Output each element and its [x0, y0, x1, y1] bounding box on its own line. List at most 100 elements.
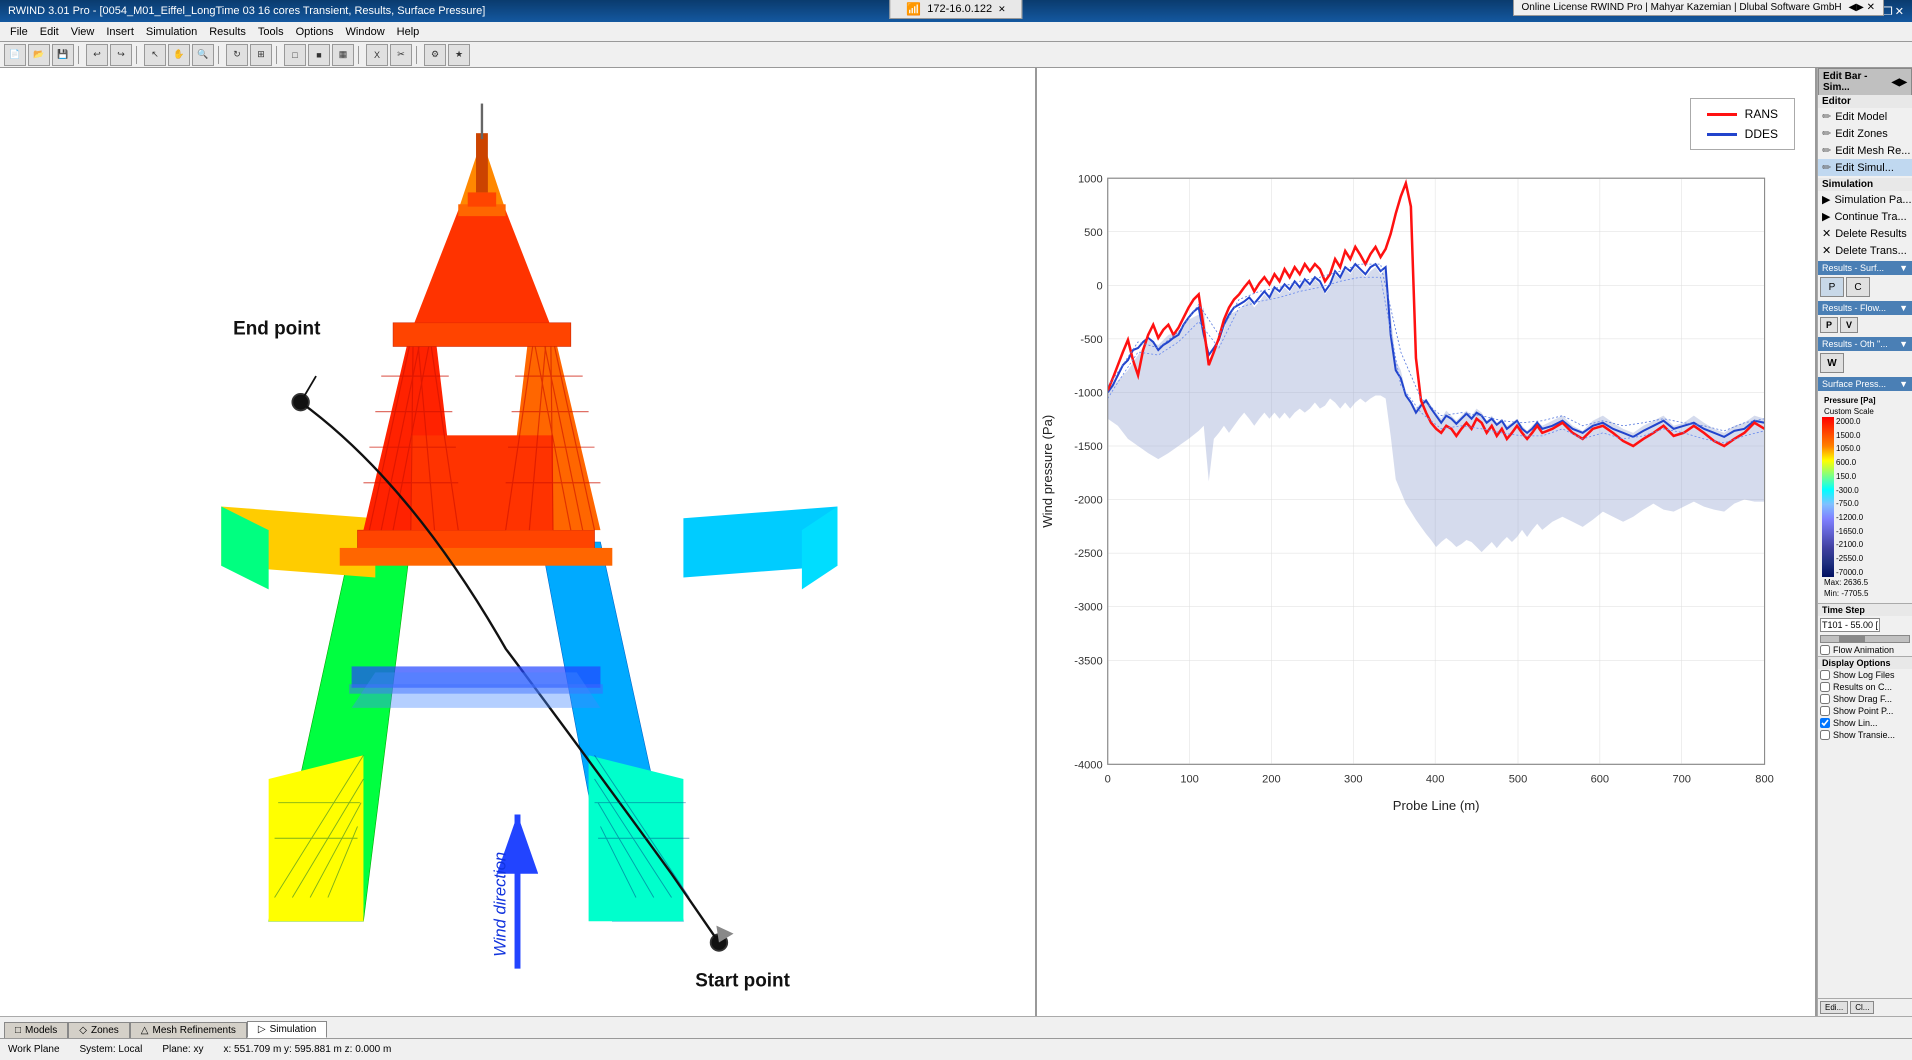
p-btn[interactable]: P [1820, 317, 1838, 333]
tb-xray[interactable]: X [366, 44, 388, 66]
max-value: Max: 2636.5 [1822, 577, 1908, 588]
p-icon-btn[interactable]: P [1820, 277, 1844, 297]
show-transie-label: Show Transie... [1833, 730, 1895, 740]
svg-text:100: 100 [1180, 774, 1199, 786]
menu-tools[interactable]: Tools [252, 26, 290, 38]
tab-models-label: Models [25, 1025, 57, 1036]
edit-bar-expand[interactable]: ◀▶ [1892, 77, 1907, 88]
flow-animation-checkbox[interactable] [1820, 645, 1830, 655]
close-btn[interactable]: ✕ [1895, 5, 1904, 18]
svg-text:0: 0 [1096, 280, 1102, 292]
edit-zones-item[interactable]: ✏ Edit Zones [1818, 125, 1912, 142]
tb-undo[interactable]: ↩ [86, 44, 108, 66]
show-lin-checkbox[interactable] [1820, 718, 1830, 728]
cl-btn[interactable]: Cl... [1850, 1001, 1874, 1014]
tb-shaded[interactable]: ▦ [332, 44, 354, 66]
eiffel-viewport[interactable]: Wind direction End point Start point [0, 68, 1035, 1016]
c-icon-btn[interactable]: C [1846, 277, 1870, 297]
tab-mesh[interactable]: △ Mesh Refinements [130, 1022, 247, 1038]
menu-edit[interactable]: Edit [34, 26, 65, 38]
tab-zones[interactable]: ◇ Zones [68, 1022, 130, 1038]
maximize-btn[interactable]: ❐ [1883, 5, 1893, 18]
network-close[interactable]: ✕ [998, 4, 1006, 15]
tb-wireframe[interactable]: □ [284, 44, 306, 66]
tab-simulation[interactable]: ▷ Simulation [247, 1021, 327, 1038]
results-on-c-row: Results on C... [1818, 681, 1912, 693]
pressure-title: Pressure [Pa] [1822, 395, 1908, 406]
delete-results-item[interactable]: ✕ Delete Results [1818, 225, 1912, 242]
tb-solid[interactable]: ■ [308, 44, 330, 66]
system-label: System: Local [80, 1044, 143, 1055]
tab-simulation-label: Simulation [270, 1024, 317, 1035]
time-step-input[interactable] [1820, 618, 1880, 632]
sim-params-item[interactable]: ▶ Simulation Pa... [1818, 191, 1912, 208]
edit-mesh-item[interactable]: ✏ Edit Mesh Re... [1818, 142, 1912, 159]
tb-new[interactable]: 📄 [4, 44, 26, 66]
results-on-c-checkbox[interactable] [1820, 682, 1830, 692]
show-drag-checkbox[interactable] [1820, 694, 1830, 704]
show-point-checkbox[interactable] [1820, 706, 1830, 716]
tb-render[interactable]: ★ [448, 44, 470, 66]
sim-params-icon: ▶ [1822, 193, 1830, 206]
show-log-files-label: Show Log Files [1833, 670, 1895, 680]
edit-bar-label: Edit Bar - Sim... [1823, 71, 1892, 93]
continue-trans-icon: ▶ [1822, 210, 1830, 223]
menu-insert[interactable]: Insert [100, 26, 140, 38]
coords-label: x: 551.709 m y: 595.881 m z: 0.000 m [223, 1044, 391, 1055]
svg-text:1000: 1000 [1078, 173, 1103, 185]
tb-pan[interactable]: ✋ [168, 44, 190, 66]
menu-simulation[interactable]: Simulation [140, 26, 203, 38]
pressure-chart: 1000 500 0 -500 -1000 -1500 -2000 -2500 … [1037, 78, 1805, 1006]
tb-save[interactable]: 💾 [52, 44, 74, 66]
edit-btn[interactable]: Edi... [1820, 1001, 1848, 1014]
svg-text:-2500: -2500 [1074, 548, 1102, 560]
tb-fit[interactable]: ⊞ [250, 44, 272, 66]
left-3d-panel[interactable]: Wind direction End point Start point [0, 68, 1037, 1016]
surface-press-arrow: ▼ [1899, 379, 1908, 389]
license-close[interactable]: ✕ [1867, 2, 1875, 13]
tab-models[interactable]: □ Models [4, 1022, 68, 1038]
edit-mesh-icon: ✏ [1822, 144, 1831, 157]
time-scrollbar[interactable] [1820, 635, 1910, 643]
menu-file[interactable]: File [4, 26, 34, 38]
edit-simul-item[interactable]: ✏ Edit Simul... [1818, 159, 1912, 176]
tb-redo[interactable]: ↪ [110, 44, 132, 66]
tb-open[interactable]: 📂 [28, 44, 50, 66]
svg-text:Wind direction: Wind direction [491, 852, 510, 957]
menu-window[interactable]: Window [340, 26, 391, 38]
edit-model-icon: ✏ [1822, 110, 1831, 123]
show-log-files-checkbox[interactable] [1820, 670, 1830, 680]
tb-settings[interactable]: ⚙ [424, 44, 446, 66]
menu-options[interactable]: Options [290, 26, 340, 38]
delete-trans-label: Delete Trans... [1835, 245, 1907, 257]
menu-help[interactable]: Help [391, 26, 426, 38]
menu-results[interactable]: Results [203, 26, 252, 38]
simulation-label: Simulation [1818, 178, 1912, 191]
edit-bar-header[interactable]: Edit Bar - Sim... ◀▶ [1818, 68, 1912, 95]
tb-select[interactable]: ↖ [144, 44, 166, 66]
time-step-label: Time Step [1818, 603, 1912, 616]
w-btn[interactable]: W [1820, 353, 1844, 373]
license-bar: Online License RWIND Pro | Mahyar Kazemi… [1513, 0, 1884, 16]
edit-model-item[interactable]: ✏ Edit Model [1818, 108, 1912, 125]
tab-zones-label: Zones [91, 1025, 119, 1036]
results-surf-header[interactable]: Results - Surf... ▼ [1818, 261, 1912, 275]
tb-rotate[interactable]: ↻ [226, 44, 248, 66]
menu-bar: File Edit View Insert Simulation Results… [0, 22, 1912, 42]
results-flow-header[interactable]: Results - Flow... ▼ [1818, 301, 1912, 315]
tb-zoom[interactable]: 🔍 [192, 44, 214, 66]
delete-trans-item[interactable]: ✕ Delete Trans... [1818, 242, 1912, 259]
scale-labels: 2000.0 1500.0 1050.0 600.0 150.0 -300.0 … [1836, 417, 1863, 577]
menu-view[interactable]: View [65, 26, 101, 38]
edit-simul-label: Edit Simul... [1835, 162, 1894, 174]
svg-text:400: 400 [1426, 774, 1445, 786]
surface-press-header[interactable]: Surface Press... ▼ [1818, 377, 1912, 391]
tb-cut[interactable]: ✂ [390, 44, 412, 66]
app-title: RWIND 3.01 Pro - [0054_M01_Eiffel_LongTi… [8, 5, 485, 17]
license-resize[interactable]: ◀▶ [1848, 2, 1863, 13]
v-btn[interactable]: V [1840, 317, 1858, 333]
pc-buttons-row: P C [1818, 275, 1912, 299]
continue-trans-item[interactable]: ▶ Continue Tra... [1818, 208, 1912, 225]
results-oth-header[interactable]: Results - Oth "... ▼ [1818, 337, 1912, 351]
show-transie-checkbox[interactable] [1820, 730, 1830, 740]
